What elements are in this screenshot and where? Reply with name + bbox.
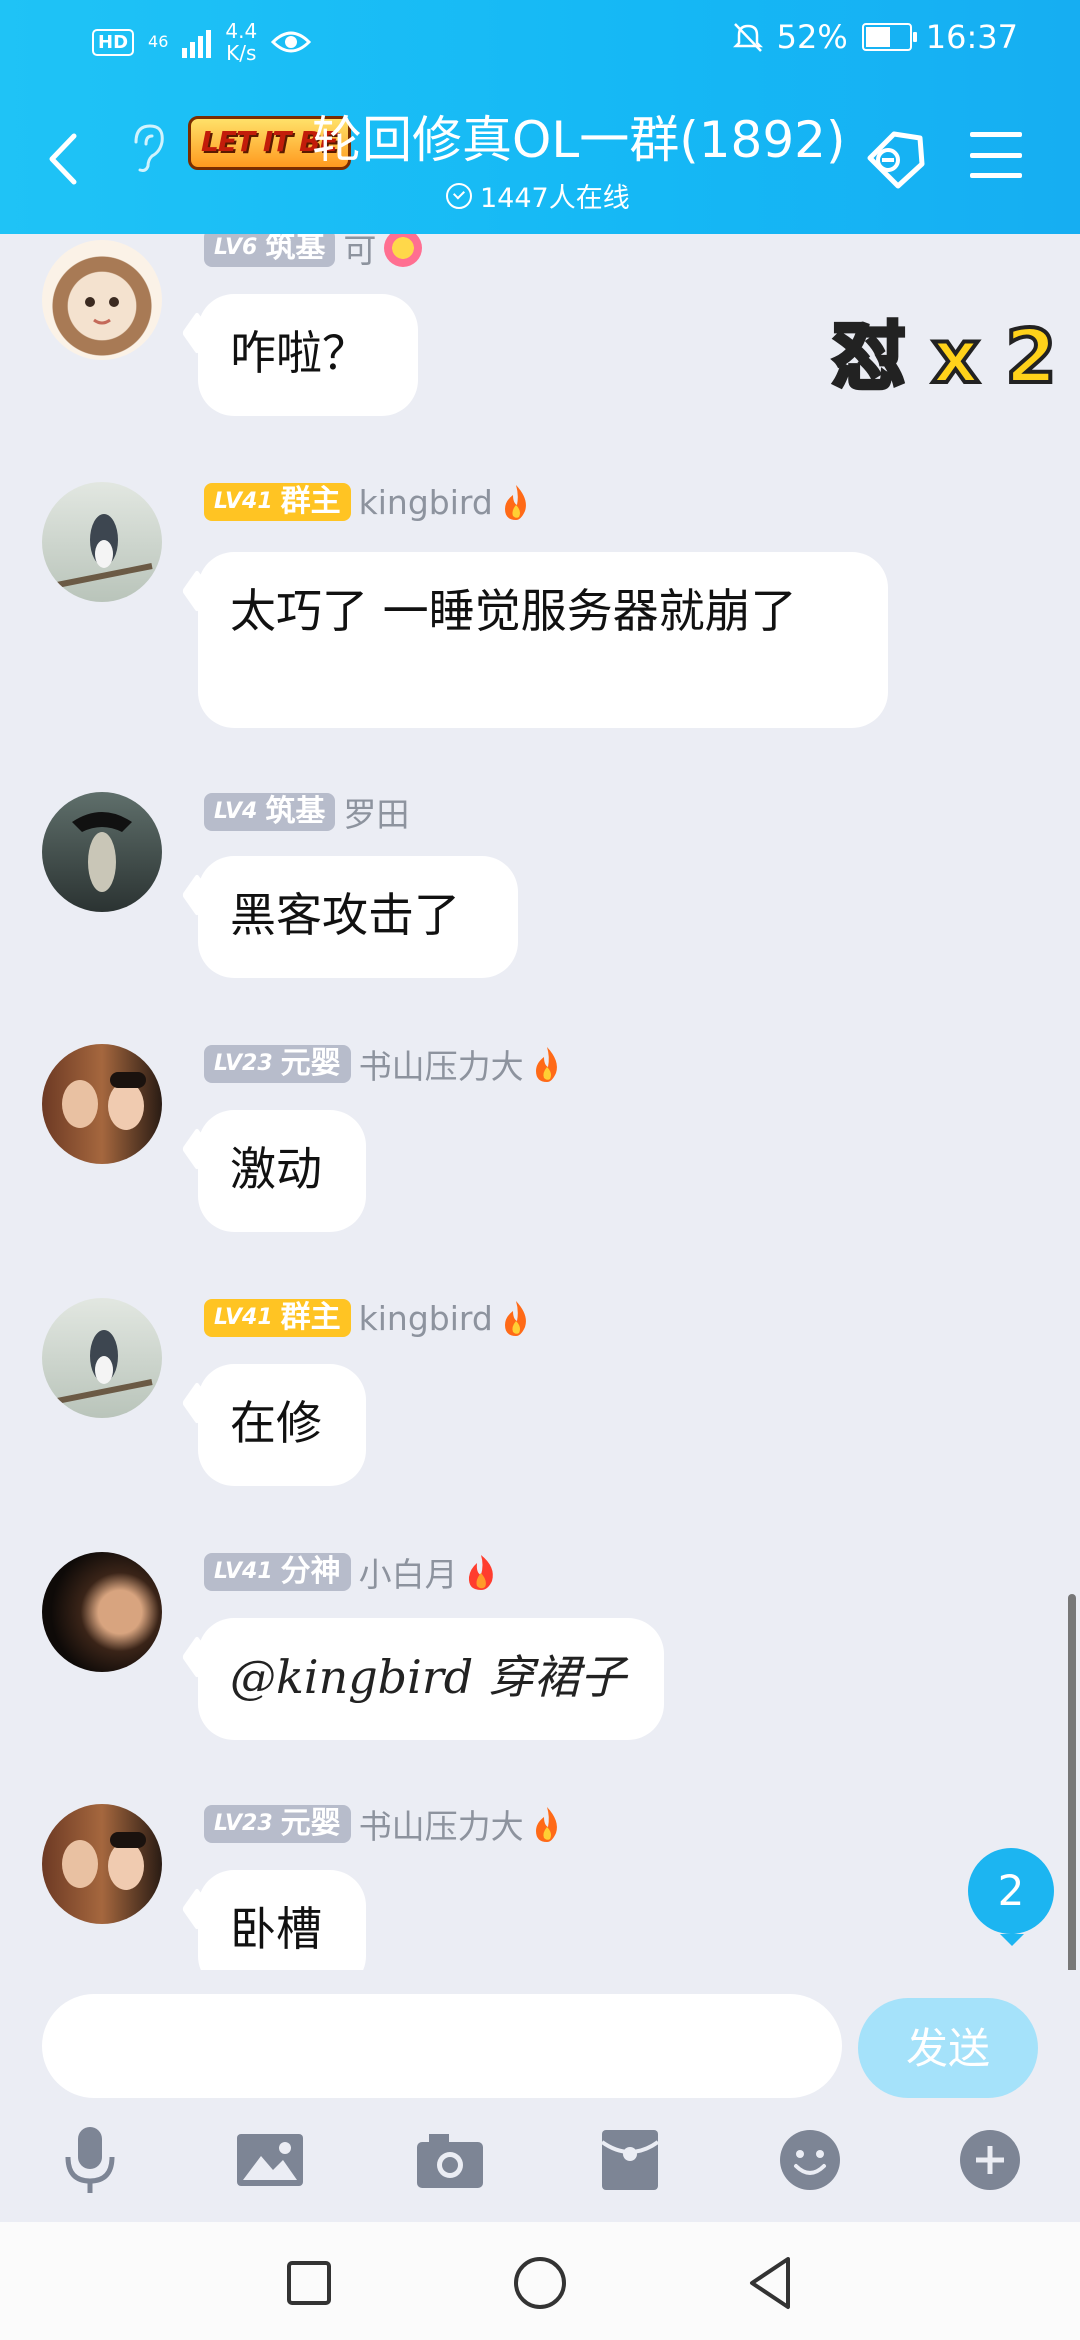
- message-meta: LV23 元婴 书山压力大: [204, 1044, 562, 1086]
- message-meta: LV23 元婴 书山压力大: [204, 1804, 562, 1846]
- sender-name[interactable]: kingbird: [359, 483, 493, 522]
- avatar[interactable]: [42, 240, 162, 360]
- avatar[interactable]: [42, 1298, 162, 1418]
- sender-name[interactable]: 可: [343, 234, 376, 272]
- group-title[interactable]: 轮回修真OL一群(1892): [312, 110, 845, 170]
- flame-icon: [468, 1555, 493, 1590]
- sender-name[interactable]: 书山压力大: [359, 1040, 524, 1088]
- level-badge: LV41 分神: [204, 1553, 351, 1591]
- sender-name[interactable]: kingbird: [359, 1299, 493, 1338]
- online-count[interactable]: 1447人在线: [446, 176, 630, 215]
- sender-name[interactable]: 小白月: [359, 1548, 458, 1596]
- avatar[interactable]: [42, 482, 162, 602]
- avatar[interactable]: [42, 1552, 162, 1672]
- eye-icon: [271, 31, 312, 53]
- message-bubble[interactable]: 激动: [198, 1110, 366, 1232]
- level-badge: LV23 元婴: [204, 1805, 351, 1843]
- plus-circle-icon: [960, 2130, 1020, 2190]
- scrollbar[interactable]: [1068, 1594, 1076, 1970]
- square-icon: [287, 2261, 331, 2305]
- back-arrow-icon[interactable]: [40, 124, 90, 194]
- message-input[interactable]: [42, 1994, 842, 2098]
- battery-icon: [861, 23, 917, 51]
- emoji-button[interactable]: [770, 2120, 850, 2200]
- back-button[interactable]: [735, 2248, 805, 2318]
- image-icon: [237, 2134, 303, 2186]
- smiley-icon: [780, 2130, 840, 2190]
- sender-name[interactable]: 罗田: [343, 788, 409, 836]
- owner-badge: LV41 群主: [204, 1299, 351, 1337]
- ear-icon[interactable]: [124, 120, 170, 176]
- speed-unit: K/s: [226, 41, 257, 65]
- more-button[interactable]: [950, 2120, 1030, 2200]
- message-bubble[interactable]: 黑客攻击了: [198, 856, 518, 978]
- red-packet-button[interactable]: [590, 2120, 670, 2200]
- tag-icon[interactable]: [860, 124, 930, 194]
- signal-icon: [182, 26, 212, 58]
- clock: 16:37: [925, 18, 1018, 56]
- status-bar: HD 46 4.4 K/s 52% 16:37: [0, 0, 1080, 84]
- camera-button[interactable]: [410, 2120, 490, 2200]
- online-check-icon: [446, 182, 472, 209]
- owner-badge: LV41 群主: [204, 483, 351, 521]
- level-badge: LV23 元婴: [204, 1045, 351, 1083]
- unread-count-badge[interactable]: 2: [968, 1848, 1054, 1946]
- red-packet-icon: [600, 2130, 660, 2190]
- double-hit-sticker: 怼 x 2: [830, 312, 1059, 402]
- input-bar: 发送: [0, 1970, 1080, 2210]
- circle-icon: [514, 2257, 566, 2309]
- battery-percent: 52%: [776, 18, 848, 56]
- network-speed: 4.4 K/s: [225, 20, 257, 64]
- menu-icon[interactable]: [970, 132, 1022, 178]
- message-bubble[interactable]: 在修: [198, 1364, 366, 1486]
- avatar[interactable]: [42, 1044, 162, 1164]
- mute-bell-icon: [732, 23, 763, 52]
- triangle-back-icon: [750, 2257, 790, 2309]
- message-bubble[interactable]: 咋啦？: [198, 294, 418, 416]
- send-button[interactable]: 发送: [858, 1998, 1038, 2098]
- recents-button[interactable]: [274, 2248, 344, 2318]
- level-badge: LV6 筑基: [204, 234, 336, 267]
- microphone-icon: [65, 2127, 115, 2193]
- flame-icon: [504, 1301, 526, 1336]
- header-bar: HD 46 4.4 K/s 52% 16:37 LET IT BE 轮回修真OL…: [0, 0, 1080, 234]
- flame-icon: [535, 1047, 557, 1082]
- home-button[interactable]: [505, 2248, 575, 2318]
- voice-button[interactable]: [50, 2120, 130, 2200]
- flame-icon: [504, 485, 526, 520]
- message-bubble[interactable]: 太巧了 一睡觉服务器就崩了: [198, 552, 888, 728]
- input-toolbar: [0, 2120, 1080, 2200]
- flower-icon: [384, 234, 423, 267]
- avatar[interactable]: [42, 792, 162, 912]
- camera-icon: [417, 2134, 483, 2188]
- avatar[interactable]: [42, 1804, 162, 1924]
- message-bubble[interactable]: @kingbird 穿裙子: [198, 1618, 664, 1740]
- hd-indicator: HD: [92, 28, 135, 56]
- sender-name[interactable]: 书山压力大: [359, 1800, 524, 1848]
- image-button[interactable]: [230, 2120, 310, 2200]
- message-list[interactable]: LV6 筑基 可 咋啦？ 怼 x 2 LV41 群主 kingbird 太巧了 一睡…: [0, 234, 1080, 1970]
- svg-text:怼 x 2: 怼 x 2: [832, 314, 1057, 400]
- message-meta: LV41 群主 kingbird: [204, 1298, 531, 1338]
- message-meta: LV4 筑基 罗田: [204, 792, 409, 834]
- message-bubble[interactable]: 卧槽: [198, 1870, 366, 1970]
- speed-value: 4.4: [225, 19, 258, 43]
- network-type: 46: [148, 32, 169, 51]
- level-badge: LV4 筑基: [204, 793, 336, 831]
- message-meta: LV41 分神 小白月: [204, 1552, 496, 1594]
- message-meta: LV6 筑基 可: [204, 234, 423, 270]
- system-nav-bar: [0, 2222, 1080, 2340]
- online-text: 1447人在线: [480, 183, 630, 214]
- message-meta: LV41 群主 kingbird: [204, 482, 531, 522]
- flame-icon: [535, 1807, 557, 1842]
